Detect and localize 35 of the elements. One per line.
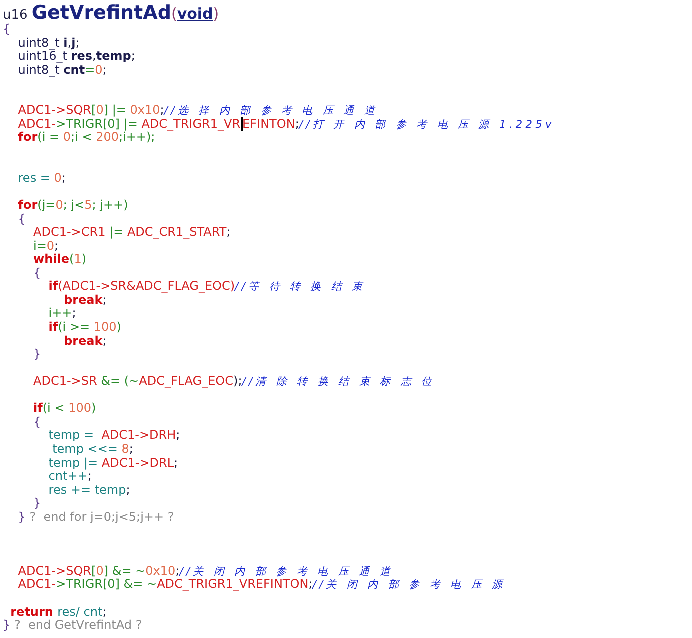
- code-line: if(ADC1->SR&ADC_FLAG_EOC)//等 待 转 换 结 束: [48, 280, 366, 294]
- code-line: break;: [64, 294, 107, 308]
- code-line: ADC1->CR1 |= ADC_CR1_START;: [32, 226, 231, 240]
- code-line: return res/ cnt;: [10, 606, 107, 620]
- code-line: {: [3, 23, 11, 37]
- code-line: i=0;: [32, 240, 59, 254]
- code-line: uint16_t res,temp;: [17, 50, 136, 64]
- code-line: temp <<= 8;: [52, 442, 134, 456]
- code-line: if(i >= 100): [48, 321, 122, 335]
- code-line: ADC1->TRIGR[0] |= ADC_TRIGR1_VR EFINTON;//打 开 内 部 参 考 电 压 源 1.225v: [17, 118, 555, 132]
- code-line: i++;: [48, 307, 76, 322]
- code-line: {: [32, 266, 42, 280]
- code-line: ADC1->SQR[0] &= ~0x10;//关 闭 内 部 参 考 电 压 通 道: [17, 564, 394, 578]
- code-line: temp = ADC1->DRH;: [48, 429, 180, 443]
- code-line: while(1): [32, 253, 87, 267]
- code-line: if(i < 100): [32, 402, 96, 416]
- code-line: ADC1->SR &= (~ADC_FLAG_EOC);//清 除 转 换 结 束 标 志 位: [32, 375, 436, 389]
- code-line: {: [17, 212, 26, 226]
- code-line: cnt++;: [48, 470, 92, 484]
- code-line: res = 0;: [17, 172, 66, 186]
- code-line: uint8_t i,j;: [17, 36, 80, 50]
- code-line: temp |= ADC1->DRL;: [48, 456, 178, 470]
- code-line: ADC1->TRIGR[0] &= ~ADC_TRIGR1_VREFINTON;//关 闭 内 部 参 考 电 压 源: [17, 578, 506, 592]
- code-line: } ? end for j=0;j<5;j++ ?: [17, 510, 174, 524]
- function-signature: u16 GetVrefintAd(void): [3, 3, 220, 23]
- code-line: }: [32, 497, 42, 511]
- code-line: ADC1->SQR[0] |= 0x10;//选 择 内 部 参 考 电 压 通 道: [17, 104, 379, 118]
- code-line: res += temp;: [48, 484, 130, 498]
- code-line: }: [32, 348, 42, 362]
- code-line: for(j=0; j<5; j++): [17, 199, 128, 213]
- code-line: break;: [63, 334, 107, 348]
- code-line: for(i = 0;i < 200;i++);: [17, 131, 156, 145]
- code-line: uint8_t cnt=0;: [17, 64, 107, 78]
- code-line: {: [32, 416, 42, 430]
- code-line: } ? end GetVrefintAd ?: [3, 619, 142, 633]
